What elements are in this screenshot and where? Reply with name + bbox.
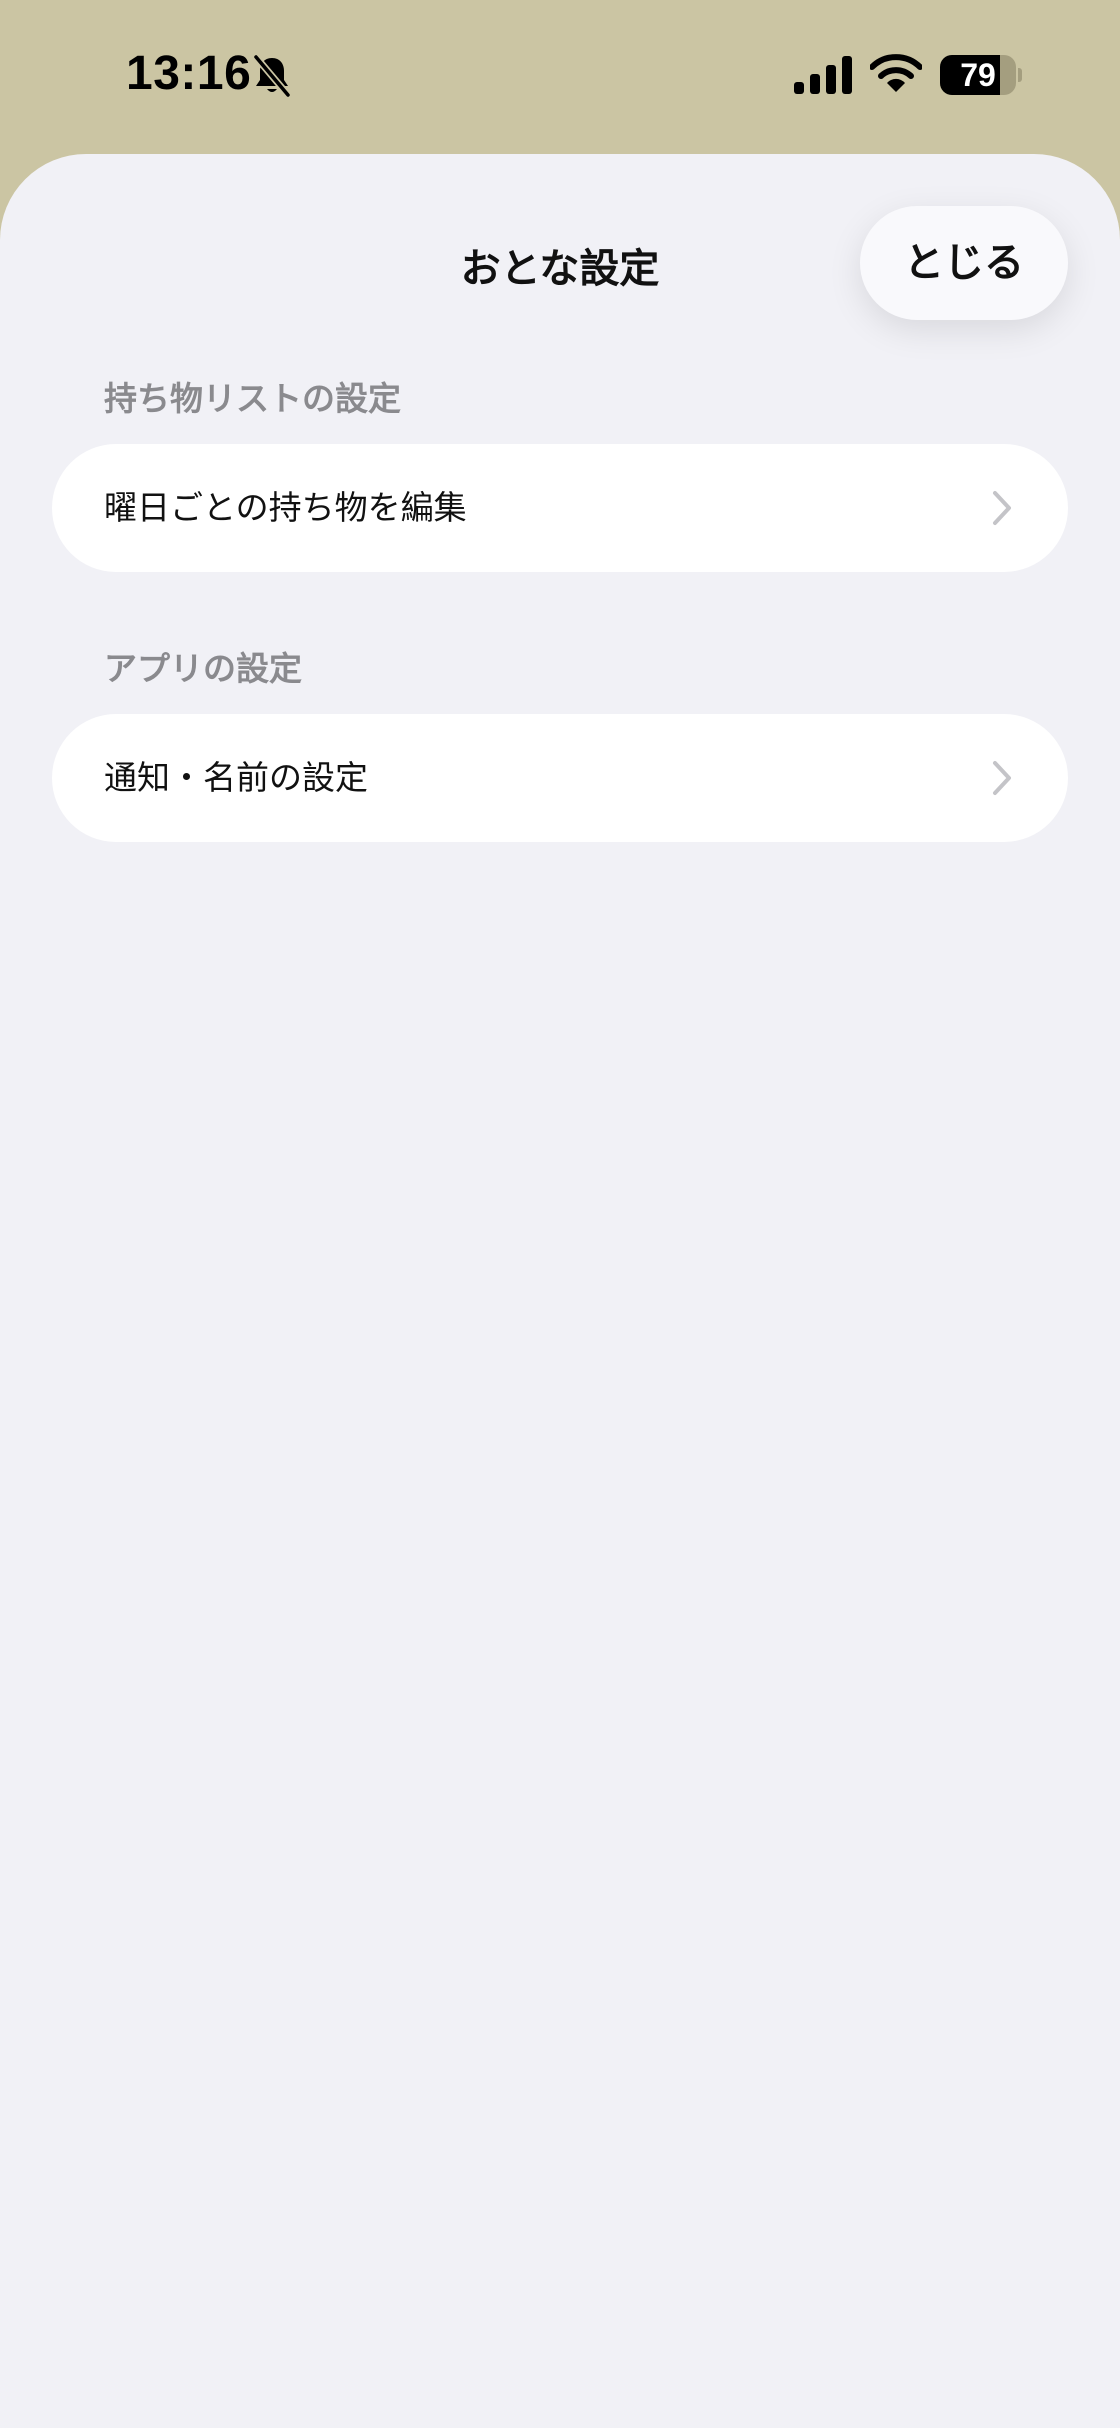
settings-sheet: おとな設定 とじる 持ち物リストの設定 曜日ごとの持ち物を編集 アプリの設定 通… (0, 154, 1120, 2428)
battery-icon: 79 (940, 55, 1022, 95)
chevron-right-icon (993, 491, 1011, 525)
cellular-signal-icon (794, 56, 852, 94)
chevron-right-icon (993, 761, 1011, 795)
bell-slash-icon (252, 54, 292, 98)
battery-level: 79 (960, 57, 996, 93)
battery-body: 79 (940, 55, 1016, 95)
section-header-belongings: 持ち物リストの設定 (104, 379, 401, 418)
close-button[interactable]: とじる (860, 206, 1068, 320)
list-item-label: 曜日ごとの持ち物を編集 (104, 488, 467, 527)
status-time: 13:16 (126, 47, 252, 100)
section-header-app: アプリの設定 (104, 649, 302, 688)
battery-tip (1018, 68, 1022, 82)
list-item-notification-name-settings[interactable]: 通知・名前の設定 (52, 714, 1068, 842)
status-bar: 13:16 79 (0, 0, 1120, 150)
list-item-label: 通知・名前の設定 (104, 758, 368, 797)
wifi-icon (870, 54, 922, 92)
list-item-edit-weekday-items[interactable]: 曜日ごとの持ち物を編集 (52, 444, 1068, 572)
